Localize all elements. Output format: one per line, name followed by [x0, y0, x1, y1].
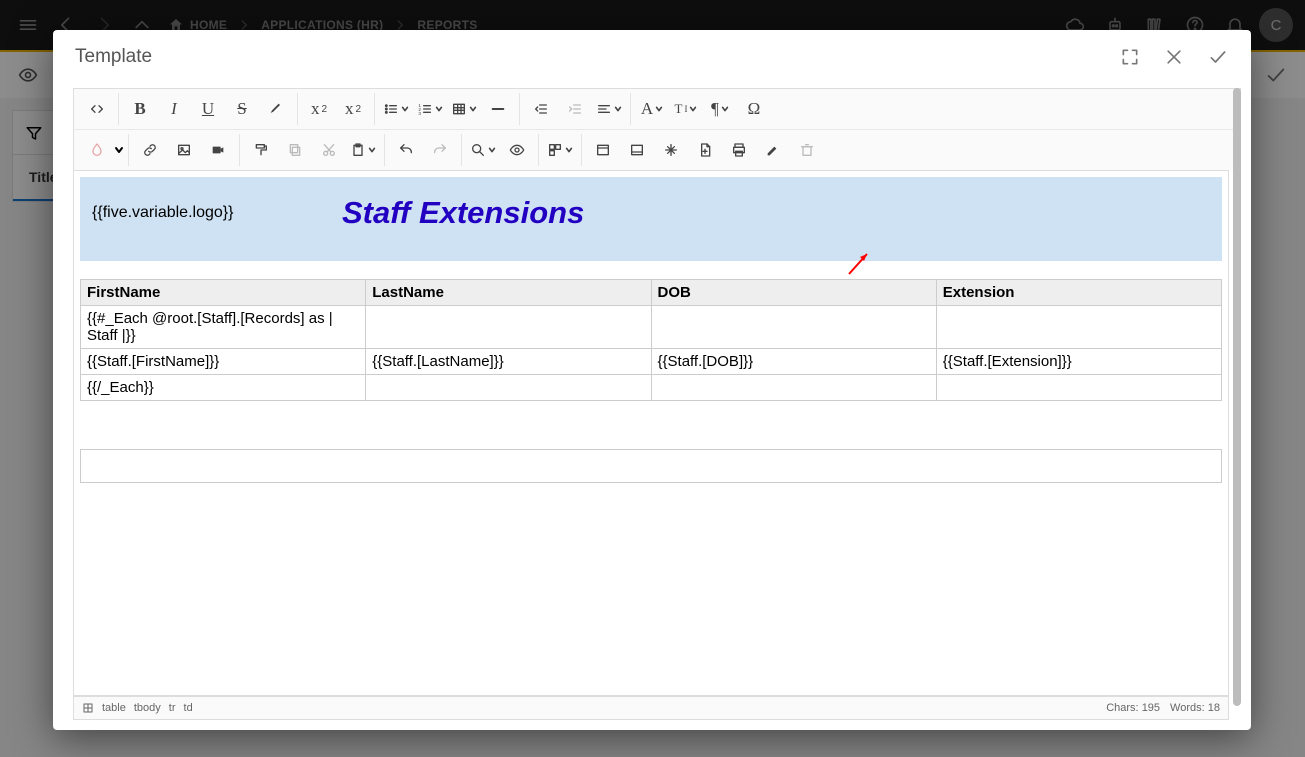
- report-title[interactable]: Staff Extensions: [342, 195, 584, 231]
- table-icon[interactable]: [447, 93, 481, 125]
- table-header-row: FirstName LastName DOB Extension: [81, 280, 1222, 306]
- confirm-icon[interactable]: [1207, 46, 1229, 68]
- table-cell[interactable]: [936, 375, 1221, 401]
- table-cell[interactable]: [651, 375, 936, 401]
- special-char-icon[interactable]: Ω: [737, 93, 771, 125]
- format-paint-icon[interactable]: [244, 134, 278, 166]
- table-header[interactable]: Extension: [936, 280, 1221, 306]
- highlight-icon[interactable]: [259, 93, 293, 125]
- strikethrough-button[interactable]: S: [225, 93, 259, 125]
- element-path[interactable]: table tbody tr td: [82, 702, 193, 714]
- blocks-icon[interactable]: [543, 134, 577, 166]
- insert-variable-icon[interactable]: [654, 134, 688, 166]
- char-count: Chars: 195: [1106, 702, 1160, 714]
- font-color-icon[interactable]: A: [635, 93, 669, 125]
- underline-button[interactable]: U: [191, 93, 225, 125]
- link-icon[interactable]: [133, 134, 167, 166]
- scrollbar[interactable]: [1233, 88, 1241, 706]
- template-modal: Template B I U S x2: [53, 30, 1251, 730]
- edit-icon[interactable]: [756, 134, 790, 166]
- table-cell[interactable]: {{#_Each @root.[Staff].[Records] as | St…: [81, 306, 366, 349]
- logo-variable-text[interactable]: {{five.variable.logo}}: [92, 196, 302, 230]
- print-icon[interactable]: [722, 134, 756, 166]
- table-cell[interactable]: [366, 306, 651, 349]
- redo-icon: [423, 134, 457, 166]
- table-row: {{/_Each}}: [81, 375, 1222, 401]
- table-cell[interactable]: [651, 306, 936, 349]
- image-icon[interactable]: [167, 134, 201, 166]
- paragraph-icon[interactable]: ¶: [703, 93, 737, 125]
- outdent-icon[interactable]: [524, 93, 558, 125]
- svg-text:3: 3: [418, 111, 421, 116]
- table-header[interactable]: FirstName: [81, 280, 366, 306]
- cut-icon: [312, 134, 346, 166]
- table-cell[interactable]: [366, 375, 651, 401]
- subscript-button[interactable]: x2: [336, 93, 370, 125]
- table-cell[interactable]: [936, 306, 1221, 349]
- editor-canvas[interactable]: {{five.variable.logo}} Staff Extensions …: [73, 170, 1229, 696]
- template-table[interactable]: FirstName LastName DOB Extension {{#_Eac…: [80, 279, 1222, 401]
- table-cell[interactable]: {{Staff.[LastName]}}: [366, 349, 651, 375]
- table-cell[interactable]: {{Staff.[FirstName]}}: [81, 349, 366, 375]
- elements-icon: [82, 702, 94, 714]
- modal-title: Template: [75, 46, 1119, 68]
- indent-icon: [558, 93, 592, 125]
- bold-button[interactable]: B: [123, 93, 157, 125]
- table-cell[interactable]: {{/_Each}}: [81, 375, 366, 401]
- zoom-icon[interactable]: [466, 134, 500, 166]
- editor-status-bar: table tbody tr td Chars: 195 Words: 18: [73, 696, 1229, 720]
- scrollbar-thumb[interactable]: [1233, 88, 1241, 706]
- editor-toolbar: B I U S x2 x2 123: [73, 88, 1241, 170]
- font-size-icon[interactable]: TI: [669, 93, 703, 125]
- table-row: {{Staff.[FirstName]}} {{Staff.[LastName]…: [81, 349, 1222, 375]
- unordered-list-icon[interactable]: [379, 93, 413, 125]
- insert-page-icon[interactable]: [688, 134, 722, 166]
- chevron-down-icon[interactable]: [114, 145, 124, 155]
- report-banner: {{five.variable.logo}} Staff Extensions: [80, 177, 1222, 261]
- preview-icon[interactable]: [500, 134, 534, 166]
- insert-footer-icon[interactable]: [620, 134, 654, 166]
- word-count: Words: 18: [1170, 702, 1220, 714]
- superscript-button[interactable]: x2: [302, 93, 336, 125]
- italic-button[interactable]: I: [157, 93, 191, 125]
- path-segment[interactable]: td: [184, 702, 193, 714]
- close-icon[interactable]: [1163, 46, 1185, 68]
- path-segment[interactable]: table: [102, 702, 126, 714]
- empty-content-box[interactable]: [80, 449, 1222, 483]
- insert-header-icon[interactable]: [586, 134, 620, 166]
- ink-drop-icon[interactable]: [80, 134, 114, 166]
- source-code-icon[interactable]: [80, 93, 114, 125]
- table-header[interactable]: DOB: [651, 280, 936, 306]
- path-segment[interactable]: tr: [169, 702, 176, 714]
- video-icon[interactable]: [201, 134, 235, 166]
- undo-icon[interactable]: [389, 134, 423, 166]
- horizontal-rule-icon[interactable]: [481, 93, 515, 125]
- editor: B I U S x2 x2 123: [73, 88, 1241, 720]
- align-icon[interactable]: [592, 93, 626, 125]
- table-row: {{#_Each @root.[Staff].[Records] as | St…: [81, 306, 1222, 349]
- copy-icon: [278, 134, 312, 166]
- delete-icon: [790, 134, 824, 166]
- path-segment[interactable]: tbody: [134, 702, 161, 714]
- table-header[interactable]: LastName: [366, 280, 651, 306]
- ordered-list-icon[interactable]: 123: [413, 93, 447, 125]
- table-cell[interactable]: {{Staff.[Extension]}}: [936, 349, 1221, 375]
- table-cell[interactable]: {{Staff.[DOB]}}: [651, 349, 936, 375]
- modal-header: Template: [53, 30, 1251, 84]
- paste-icon[interactable]: [346, 134, 380, 166]
- fullscreen-icon[interactable]: [1119, 46, 1141, 68]
